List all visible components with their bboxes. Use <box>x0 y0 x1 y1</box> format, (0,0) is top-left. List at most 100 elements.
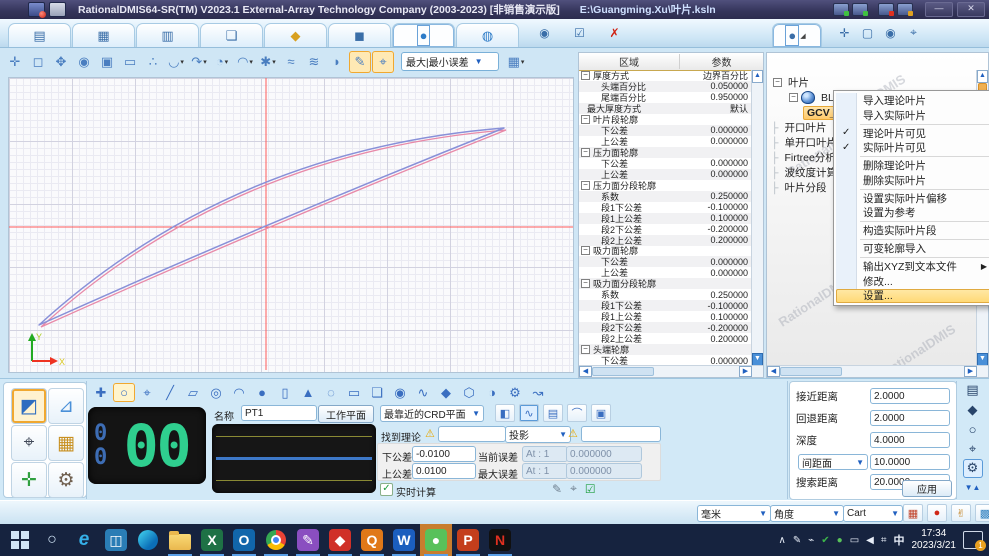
collapse-box-icon[interactable]: − <box>581 181 590 190</box>
tree-item[interactable]: −叶片 <box>771 75 976 90</box>
blade-points-icon[interactable]: ∴ <box>142 51 164 73</box>
lower-tol-input[interactable]: -0.0100 <box>412 446 476 462</box>
zoom-window-icon[interactable]: ◻ <box>27 51 49 73</box>
outlook-icon[interactable]: O <box>228 524 260 556</box>
collapse-box-icon[interactable]: − <box>581 345 590 354</box>
checkbox-icon[interactable]: ☑ <box>571 24 588 41</box>
machine-cube-button[interactable]: ◩ <box>11 388 47 424</box>
apply-button[interactable]: 应用 <box>902 480 952 497</box>
menu-item[interactable]: 导入理论叶片 <box>836 93 989 108</box>
explorer-icon[interactable] <box>164 524 196 556</box>
disc-icon[interactable]: ◉ <box>389 383 411 402</box>
probe-head-button[interactable]: ⌖ <box>11 425 47 461</box>
cylinder-icon[interactable]: ▯ <box>274 383 296 402</box>
wedge-icon[interactable]: ◆ <box>435 383 457 402</box>
color-map-icon[interactable]: ▩ <box>975 504 989 522</box>
window-red-icon[interactable] <box>878 3 894 16</box>
probe-clean-icon[interactable]: ⌖ <box>570 481 577 496</box>
tab-blade-view[interactable]: ● <box>392 23 455 47</box>
column-header-region[interactable]: 区域 <box>579 54 680 69</box>
snapshot-icon[interactable]: ◉ <box>882 24 899 41</box>
probe-icon[interactable]: ⌖ <box>963 440 983 459</box>
collapse-box-icon[interactable]: − <box>581 71 590 80</box>
menu-item[interactable]: ✓实际叶片可见 <box>836 140 989 155</box>
doc-search-icon[interactable]: Q <box>356 524 388 556</box>
curve-icon[interactable]: ∿ <box>412 383 434 402</box>
torus-icon[interactable]: ◌ <box>320 383 342 402</box>
axes-button[interactable]: ✛ <box>11 462 47 498</box>
notebook-icon[interactable]: ▤ <box>963 381 983 400</box>
blade-profile-icon[interactable]: ◡▾ <box>165 51 187 73</box>
path-param-input[interactable]: 2.0000 <box>870 388 950 404</box>
tip-ball-icon[interactable]: ● <box>927 504 947 522</box>
menu-item[interactable]: 可变轮廓导入 <box>836 241 989 256</box>
blade-direction-icon[interactable]: ↷▾ <box>188 51 210 73</box>
slot-icon[interactable]: ▭ <box>343 383 365 402</box>
paint-app-icon[interactable]: ✎ <box>292 524 324 556</box>
menu-list-icon[interactable] <box>49 2 66 17</box>
sphere-icon[interactable]: ● <box>251 383 273 402</box>
collapse-box-icon[interactable]: − <box>581 279 590 288</box>
green-check-icon[interactable]: ✔ <box>821 535 829 546</box>
blade-pen-icon[interactable]: ✎ <box>349 51 371 73</box>
graph-view-icon[interactable]: ∿ <box>519 404 539 422</box>
view-eye-icon[interactable]: ◉ <box>73 51 95 73</box>
workplane-button[interactable]: 工作平面 <box>318 405 374 423</box>
wechat-tray-icon[interactable]: ● <box>837 535 843 546</box>
param-hscrollbar[interactable]: ◀▶ <box>579 365 763 377</box>
axis-snap-icon[interactable]: ▦ <box>903 504 923 522</box>
menu-item[interactable]: 构造实际叶片段 <box>836 223 989 238</box>
angle-probe-icon[interactable]: ⌒ <box>567 404 587 422</box>
blade-wave-icon[interactable]: ≈ <box>280 51 302 73</box>
edge-icon[interactable] <box>132 524 164 556</box>
edit-report-icon[interactable]: ✎ <box>552 482 562 496</box>
path-param-input[interactable]: 2.0000 <box>870 410 950 426</box>
excel-icon[interactable]: X <box>196 524 228 556</box>
chrome-icon[interactable] <box>260 524 292 556</box>
tab-color[interactable]: ◆ <box>264 23 327 47</box>
magnifier-icon[interactable]: ○ <box>963 420 983 439</box>
gesture-icon[interactable]: ✌ <box>951 504 971 522</box>
monitor-green-icon[interactable] <box>852 3 868 16</box>
tab-table[interactable]: ▥ <box>136 23 199 47</box>
line-icon[interactable]: ╱ <box>159 383 181 402</box>
blade-star-icon[interactable]: ✱▾ <box>257 51 279 73</box>
angle-dropdown[interactable]: 角度▼ <box>770 505 844 522</box>
ie-icon[interactable]: e <box>68 524 100 556</box>
param-vscrollbar[interactable]: ▲▼ <box>751 70 763 366</box>
name-input[interactable]: PT1 <box>241 405 317 421</box>
menu-item[interactable]: 修改... <box>836 274 989 289</box>
upper-tol-input[interactable]: 0.0100 <box>412 463 476 479</box>
parallel-planes-icon[interactable]: ❏ <box>366 383 388 402</box>
tab-view-sphere-right[interactable]: ●◢ <box>772 23 822 47</box>
shield-probe-icon[interactable]: ◆ <box>963 401 983 420</box>
security-shield-icon[interactable]: ◆ <box>324 524 356 556</box>
pan-hand-icon[interactable]: ✥ <box>50 51 72 73</box>
window-tool-icon[interactable] <box>897 3 913 16</box>
usb-icon[interactable]: ⌁ <box>808 535 814 546</box>
screen-view-icon[interactable]: ▣ <box>591 404 611 422</box>
tab-report[interactable]: ▦ <box>72 23 135 47</box>
scroll-arrows-icon[interactable]: ▼▲ <box>963 479 983 498</box>
collapse-box-icon[interactable]: − <box>773 78 782 87</box>
teal-app-icon[interactable]: ◫ <box>100 524 132 556</box>
blade-segment-icon[interactable]: ◠▾ <box>234 51 256 73</box>
delete-red-icon[interactable]: ✗ <box>606 24 623 41</box>
arc-icon[interactable]: ◠ <box>228 383 250 402</box>
wechat-icon[interactable]: ● <box>420 524 452 556</box>
label-display-icon[interactable]: ▭ <box>119 51 141 73</box>
error-mode-dropdown[interactable]: 最大|最小误差▼ <box>401 52 499 71</box>
taskbar-clock[interactable]: 17:34 2023/3/21 <box>912 528 957 552</box>
menu-item[interactable]: 删除实际叶片 <box>836 173 989 188</box>
realtime-checkbox[interactable]: ✓ <box>380 483 393 496</box>
point-icon[interactable]: ○ <box>113 383 135 402</box>
units-dropdown[interactable]: 毫米▼ <box>697 505 771 522</box>
point-axis-icon[interactable]: ⌖ <box>136 383 158 402</box>
sphere-segment-icon[interactable]: ◑ <box>481 383 503 402</box>
tray-expand-icon[interactable]: ∧ <box>779 535 786 546</box>
confirm-check-icon[interactable]: ☑ <box>585 482 596 496</box>
tree-hscrollbar[interactable]: ◀▶ <box>767 365 988 377</box>
network-icon[interactable]: ⌗ <box>881 535 887 546</box>
menu-item[interactable]: 删除理论叶片 <box>836 158 989 173</box>
menu-item[interactable]: 设置实际叶片偏移 <box>836 191 989 206</box>
